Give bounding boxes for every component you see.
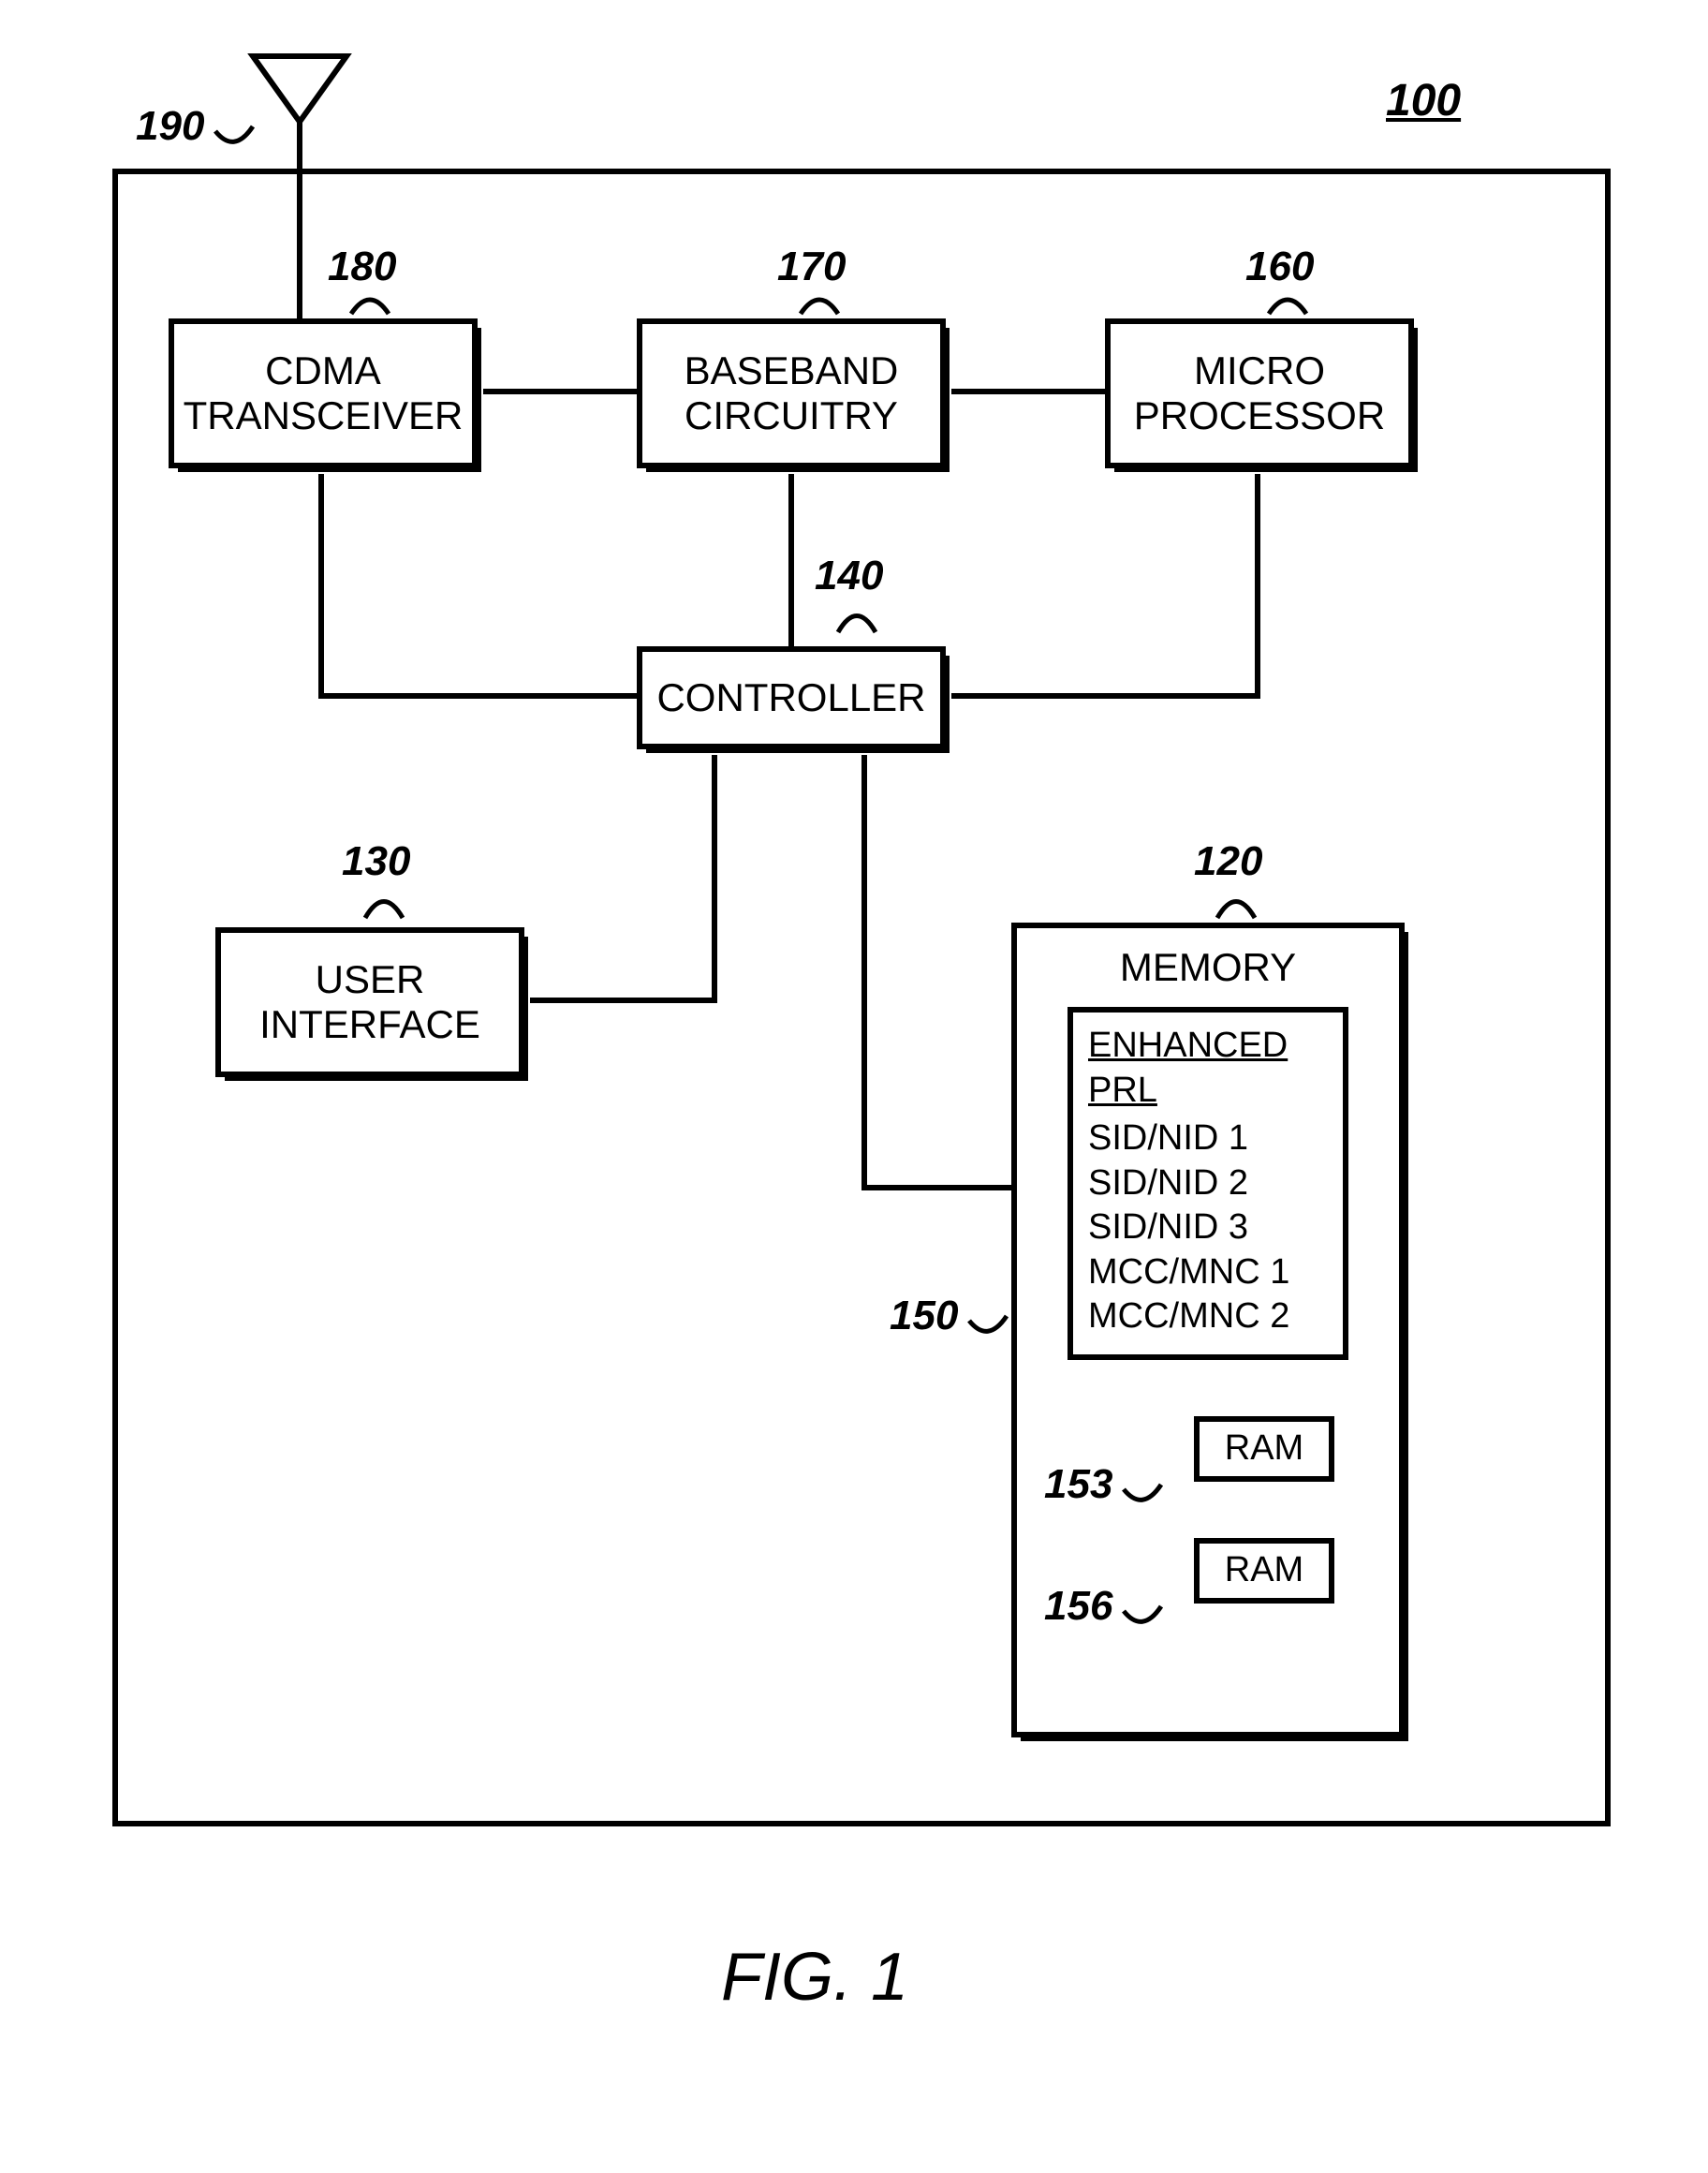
ref-150: 150 [890, 1293, 958, 1339]
antenna-icon [243, 47, 356, 173]
figure-caption: FIG. 1 [721, 1939, 908, 2016]
ref-100: 100 [1386, 75, 1461, 126]
ref-tick-160 [1264, 281, 1311, 328]
enhanced-prl-box: ENHANCED PRL SID/NID 1 SID/NID 2 SID/NID… [1068, 1007, 1348, 1360]
conn-baseband-micro [951, 389, 1105, 394]
conn-controller-ui-v [712, 755, 717, 998]
ref-tick-156 [1119, 1592, 1166, 1639]
block-baseband: BASEBAND CIRCUITRY [637, 318, 946, 468]
ref-130: 130 [342, 838, 410, 885]
ref-190: 190 [136, 103, 204, 150]
text: BASEBAND [685, 348, 899, 393]
text: INTERFACE [259, 1002, 480, 1047]
text: CONTROLLER [656, 675, 925, 720]
block-microprocessor: MICRO PROCESSOR [1105, 318, 1414, 468]
ref-tick-130 [361, 880, 407, 927]
block-controller: CONTROLLER [637, 646, 946, 749]
memory-title: MEMORY [1120, 945, 1296, 990]
ref-140: 140 [815, 553, 883, 599]
conn-baseband-controller [788, 474, 794, 646]
conn-transceiver-controller-h [318, 693, 637, 699]
prl-title: ENHANCED PRL [1088, 1024, 1328, 1113]
text: CDMA [265, 348, 381, 393]
conn-transceiver-controller-v [318, 474, 324, 693]
conn-controller-memory-h [861, 1185, 1011, 1190]
conn-controller-memory-v [861, 755, 867, 1185]
prl-item: SID/NID 1 [1088, 1116, 1328, 1161]
conn-transceiver-baseband [483, 389, 637, 394]
conn-controller-ui-h [530, 998, 717, 1003]
ref-tick-180 [346, 281, 393, 328]
ref-tick-153 [1119, 1471, 1166, 1517]
text: CIRCUITRY [685, 393, 898, 438]
conn-micro-controller-v [1255, 474, 1260, 693]
ref-120: 120 [1194, 838, 1262, 885]
ram-box-2: RAM [1194, 1538, 1334, 1604]
text: USER [316, 957, 425, 1002]
text: TRANSCEIVER [184, 393, 464, 438]
conn-micro-controller-h [951, 693, 1260, 699]
ref-tick-170 [796, 281, 843, 328]
block-cdma-transceiver: CDMA TRANSCEIVER [169, 318, 478, 468]
ref-tick-150 [964, 1302, 1011, 1349]
ref-tick-120 [1213, 880, 1259, 927]
ref-153: 153 [1044, 1461, 1112, 1508]
prl-item: MCC/MNC 2 [1088, 1294, 1328, 1339]
prl-item: MCC/MNC 1 [1088, 1250, 1328, 1295]
conn-antenna-transceiver [297, 171, 302, 321]
ref-156: 156 [1044, 1583, 1112, 1630]
prl-item: SID/NID 2 [1088, 1161, 1328, 1206]
ref-tick-140 [833, 595, 880, 642]
block-user-interface: USER INTERFACE [215, 927, 524, 1077]
text: PROCESSOR [1134, 393, 1385, 438]
prl-item: SID/NID 3 [1088, 1205, 1328, 1250]
ram-box-1: RAM [1194, 1416, 1334, 1482]
text: MICRO [1194, 348, 1325, 393]
ref-tick-190 [211, 112, 258, 159]
